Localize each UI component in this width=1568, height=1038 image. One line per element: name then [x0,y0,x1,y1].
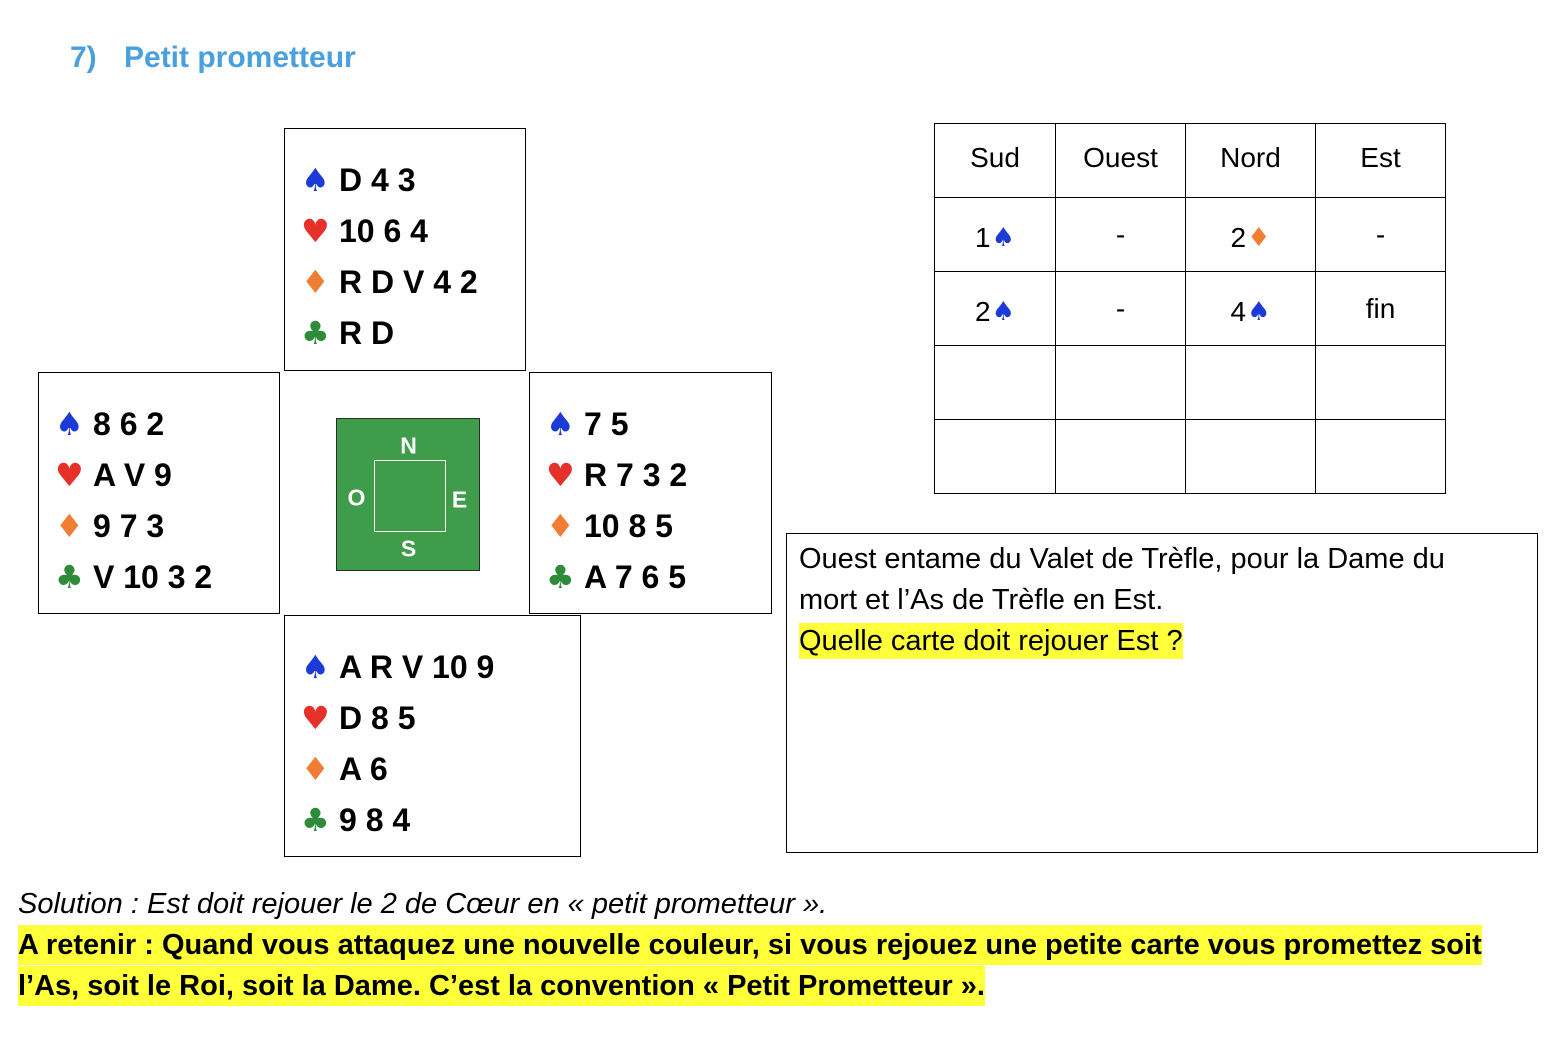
north-hand: ♠ D 4 3 ♥ 10 6 4 ♦ R D V 4 2 ♣ R D [284,128,526,371]
spade-icon: ♠ [1247,296,1271,327]
south-hearts: D 8 5 [339,699,416,736]
lead-description: Ouest entame du Valet de Trèfle, pour la… [799,543,1445,616]
diamond-icon: ♦ [301,262,330,301]
bid-cell-empty [1056,346,1186,420]
spade-icon: ♠ [546,404,575,443]
spade-icon: ♠ [991,296,1015,327]
heart-icon: ♥ [546,455,575,494]
header-ouest: Ouest [1056,124,1186,198]
question-box: Ouest entame du Valet de Trèfle, pour la… [786,533,1538,853]
compass-east-label: E [451,486,468,512]
bid-cell-empty [935,420,1056,494]
retenir-block: A retenir : Quand vous attaquez une nouv… [18,925,1518,1007]
bid-level: 4 [1230,295,1247,327]
bid-ouest-1: - [1056,198,1186,272]
west-diamonds-line: ♦ 9 7 3 [55,500,279,551]
bid-est-1: - [1316,198,1446,272]
heart-icon: ♥ [301,698,330,737]
west-hearts-line: ♥ A V 9 [55,449,279,500]
east-spades-line: ♠ 7 5 [546,398,771,449]
diamond-icon: ♦ [301,749,330,788]
south-diamonds: A 6 [339,750,388,787]
solution-text: Solution : Est doit rejouer le 2 de Cœur… [18,888,828,920]
south-clubs-line: ♣ 9 8 4 [301,794,580,845]
north-diamonds-line: ♦ R D V 4 2 [301,256,525,307]
question-prompt-line: Quelle carte doit rejouer Est ? [799,621,1489,662]
heart-icon: ♥ [301,211,330,250]
east-diamonds-line: ♦ 10 8 5 [546,500,771,551]
club-icon: ♣ [301,313,330,352]
bid-nord-2: 4 ♠ [1186,272,1316,346]
north-clubs-line: ♣ R D [301,307,525,358]
header-nord: Nord [1186,124,1316,198]
bid-sud-1: 1 ♠ [935,198,1056,272]
diamond-icon: ♦ [1247,222,1271,253]
south-spades: A R V 10 9 [339,648,495,685]
bid-level: 2 [975,295,991,327]
east-clubs-line: ♣ A 7 6 5 [546,551,771,602]
club-icon: ♣ [301,800,330,839]
west-hearts: A V 9 [93,456,172,493]
exercise-number: 7) [70,41,97,74]
west-clubs-line: ♣ V 10 3 2 [55,551,279,602]
east-spades: 7 5 [584,405,629,442]
header-sud: Sud [935,124,1056,198]
compass-south-label: S [400,535,417,561]
bid-cell-empty [1186,420,1316,494]
retenir-text: A retenir : Quand vous attaquez une nouv… [18,925,1482,1006]
club-icon: ♣ [55,557,84,596]
west-spades: 8 6 2 [93,405,165,442]
east-clubs: A 7 6 5 [584,558,686,595]
bid-ouest-2: - [1056,272,1186,346]
bid-cell-empty [1316,420,1446,494]
west-clubs: V 10 3 2 [93,558,213,595]
north-spades: D 4 3 [339,161,416,198]
west-hand: ♠ 8 6 2 ♥ A V 9 ♦ 9 7 3 ♣ V 10 3 2 [38,372,280,614]
question-prompt: Quelle carte doit rejouer Est ? [799,623,1183,659]
spade-icon: ♠ [301,160,330,199]
heart-icon: ♥ [55,455,84,494]
north-spades-line: ♠ D 4 3 [301,154,525,205]
compass-square [373,459,446,532]
bidding-table: Sud Ouest Nord Est 1 ♠ - 2 ♦ - 2 ♠ - 4 ♠ fin [934,123,1446,494]
east-diamonds: 10 8 5 [584,507,673,544]
north-diamonds: R D V 4 2 [339,263,478,300]
north-hearts-line: ♥ 10 6 4 [301,205,525,256]
west-spades-line: ♠ 8 6 2 [55,398,279,449]
east-hearts: R 7 3 2 [584,456,688,493]
diamond-icon: ♦ [546,506,575,545]
spade-icon: ♠ [55,404,84,443]
bid-level: 2 [1230,221,1247,253]
club-icon: ♣ [546,557,575,596]
east-hand: ♠ 7 5 ♥ R 7 3 2 ♦ 10 8 5 ♣ A 7 6 5 [529,372,772,614]
north-hearts: 10 6 4 [339,212,428,249]
question-text: Ouest entame du Valet de Trèfle, pour la… [799,539,1489,662]
east-hearts-line: ♥ R 7 3 2 [546,449,771,500]
bid-est-2: fin [1316,272,1446,346]
bid-nord-1: 2 ♦ [1186,198,1316,272]
exercise-title: Petit prometteur [124,41,356,74]
north-clubs: R D [339,314,395,351]
spade-icon: ♠ [991,222,1015,253]
south-spades-line: ♠ A R V 10 9 [301,641,580,692]
bid-cell-empty [935,346,1056,420]
bid-level: 1 [975,221,991,253]
spade-icon: ♠ [301,647,330,686]
bid-cell-empty [1056,420,1186,494]
table-compass: N O E S [336,418,480,571]
south-hand: ♠ A R V 10 9 ♥ D 8 5 ♦ A 6 ♣ 9 8 4 [284,615,581,857]
header-est: Est [1316,124,1446,198]
compass-north-label: N [400,432,417,458]
south-clubs: 9 8 4 [339,801,411,838]
west-diamonds: 9 7 3 [93,507,165,544]
bid-cell-empty [1316,346,1446,420]
compass-west-label: O [347,484,366,510]
bid-cell-empty [1186,346,1316,420]
south-diamonds-line: ♦ A 6 [301,743,580,794]
diamond-icon: ♦ [55,506,84,545]
bid-sud-2: 2 ♠ [935,272,1056,346]
south-hearts-line: ♥ D 8 5 [301,692,580,743]
